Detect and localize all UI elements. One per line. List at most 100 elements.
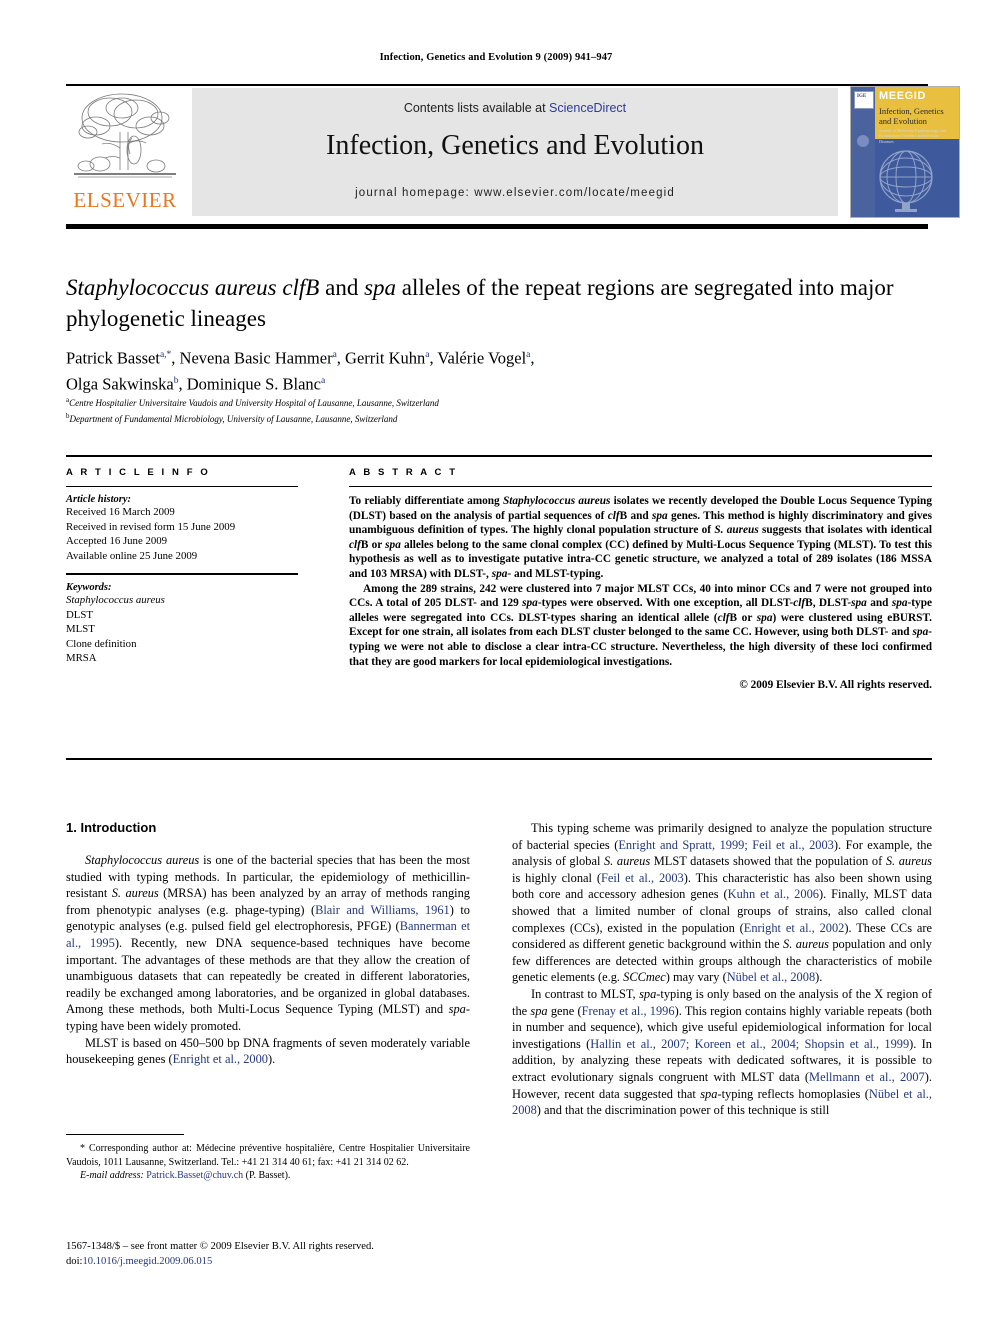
citation-link[interactable]: Enright and Spratt, 1999; Feil et al., 2… xyxy=(618,838,834,852)
affiliation-item: aCentre Hospitalier Universitaire Vaudoi… xyxy=(66,394,932,410)
citation-link[interactable]: Enright et al., 2000 xyxy=(173,1052,268,1066)
abs-seg: suggests that isolates with identical xyxy=(758,524,933,537)
author-name[interactable]: Valérie Vogel xyxy=(437,349,526,368)
text-seg: MLST datasets showed that the population… xyxy=(650,854,886,869)
abs-seg: To reliably differentiate among xyxy=(349,495,503,507)
text-seg: -typing reflects homoplasies ( xyxy=(717,1086,869,1101)
email-author: (P. Basset). xyxy=(243,1170,291,1182)
doi-label: doi: xyxy=(66,1255,83,1267)
text-seg-italic: spa xyxy=(639,986,657,1001)
masthead-bottom-rule xyxy=(66,224,928,229)
text-seg-italic: S. aureus xyxy=(111,886,159,901)
article-history-label: Article history: xyxy=(66,494,132,505)
journal-title: Infection, Genetics and Evolution xyxy=(326,130,704,161)
elsevier-tree-icon xyxy=(70,88,180,188)
elsevier-wordmark: ELSEVIER xyxy=(73,188,177,212)
text-seg: ). Recently, new DNA sequence-based tech… xyxy=(66,935,470,1017)
abstract-paragraph-2: Among the 289 strains, 242 were clustere… xyxy=(349,582,932,670)
cover-publisher-badge-icon: IGE xyxy=(854,91,874,109)
abstract-column: A B S T R A C T To reliably differentiat… xyxy=(349,467,932,693)
article-page: Infection, Genetics and Evolution 9 (200… xyxy=(0,0,992,1323)
journal-homepage-link[interactable]: journal homepage: www.elsevier.com/locat… xyxy=(192,187,838,199)
text-seg-italic: Staphylococcus aureus xyxy=(85,853,200,867)
doi-link[interactable]: 10.1016/j.meegid.2009.06.015 xyxy=(82,1256,212,1267)
author-name[interactable]: Olga Sakwinska xyxy=(66,374,174,393)
keyword-item: Clone definition xyxy=(66,637,137,650)
citation-link[interactable]: Nübel et al., 2008 xyxy=(727,970,815,984)
affiliations: aCentre Hospitalier Universitaire Vaudoi… xyxy=(66,394,932,426)
abs-seg: - and MLST-typing. xyxy=(507,567,604,580)
abs-seg-italic: Staphylococcus aureus xyxy=(502,495,611,507)
cover-journal-name: Infection, Genetics and Evolution xyxy=(879,106,944,126)
author-name[interactable]: Dominique S. Blanc xyxy=(187,374,321,393)
abs-seg-italic: spa xyxy=(912,626,929,639)
author-name[interactable]: Gerrit Kuhn xyxy=(345,349,425,368)
citation-link[interactable]: Kuhn et al., 2006 xyxy=(728,887,819,901)
text-seg-italic: S. aureus xyxy=(885,854,932,869)
citation-link[interactable]: Frenay et al., 1996 xyxy=(582,1004,675,1018)
abs-seg: B or xyxy=(360,538,386,551)
email-link[interactable]: Patrick.Basset@chuv.ch xyxy=(146,1170,243,1181)
keyword-item: DLST xyxy=(66,608,93,621)
text-seg: ). xyxy=(815,970,823,985)
text-seg: ) may vary ( xyxy=(665,970,727,985)
cover-globe-icon xyxy=(879,150,933,212)
body-column-right: This typing scheme was primarily designe… xyxy=(512,820,932,1119)
text-seg-italic: spa xyxy=(448,1002,466,1017)
running-head: Infection, Genetics and Evolution 9 (200… xyxy=(379,52,613,63)
text-seg: ). xyxy=(268,1052,276,1067)
introduction-left-text: Staphylococcus aureus is one of the bact… xyxy=(66,852,470,1068)
divider xyxy=(349,486,932,487)
citation-link[interactable]: Blair and Williams, 1961 xyxy=(315,903,450,917)
citation-link[interactable]: Mellmann et al., 2007 xyxy=(809,1070,925,1084)
text-seg-italic: S. aureus xyxy=(783,937,829,952)
abs-seg-italic: spa xyxy=(522,597,538,610)
section-heading-introduction: 1. Introduction xyxy=(66,820,157,835)
footnote-email-line: E-mail address: Patrick.Basset@chuv.ch (… xyxy=(66,1169,470,1183)
cover-subtitle: Journal of Molecular Epidemiology and Ev… xyxy=(879,128,946,144)
affiliation-text: Department of Fundamental Microbiology, … xyxy=(69,414,398,424)
abs-seg-italic: spa xyxy=(851,597,867,610)
abs-seg-italic: clf xyxy=(717,611,730,624)
abstract-heading: A B S T R A C T xyxy=(349,467,458,478)
text-seg-italic: SCCmec xyxy=(623,970,666,985)
contents-lists-line: Contents lists available at ScienceDirec… xyxy=(192,101,838,115)
citation-link[interactable]: Feil et al., 2003 xyxy=(601,871,684,885)
abs-seg: alleles belong to the same clonal comple… xyxy=(349,538,932,580)
affiliation-item: bDepartment of Fundamental Microbiology,… xyxy=(66,410,932,426)
author-affil-mark: a xyxy=(425,350,430,360)
title-segment-1: Staphylococcus aureus clfB xyxy=(66,275,320,300)
citation-link[interactable]: Hallin et al., 2007; Koreen et al., 2004… xyxy=(590,1037,909,1051)
footnote-divider xyxy=(66,1134,184,1135)
text-seg: In contrast to MLST, xyxy=(531,986,640,1001)
text-seg: gene ( xyxy=(547,1003,582,1018)
abstract-copyright: © 2009 Elsevier B.V. All rights reserved… xyxy=(739,679,932,692)
author-name[interactable]: Nevena Basic Hammer xyxy=(180,349,333,368)
band-bottom-rule xyxy=(66,758,932,760)
abs-seg: B or xyxy=(729,611,757,624)
paragraph: Staphylococcus aureus is one of the bact… xyxy=(66,852,470,1035)
article-info-column: A R T I C L E I N F O Article history: R… xyxy=(66,467,298,666)
body-column-left: 1. Introduction Staphylococcus aureus is… xyxy=(66,820,470,1068)
footnote-body: * Corresponding author at: Médecine prév… xyxy=(66,1142,470,1183)
sciencedirect-link[interactable]: ScienceDirect xyxy=(549,101,626,115)
history-item: Received 16 March 2009 xyxy=(66,506,175,518)
article-info-heading: A R T I C L E I N F O xyxy=(66,467,211,478)
cover-code: MEEGID xyxy=(879,90,926,102)
info-abstract-band: A R T I C L E I N F O Article history: R… xyxy=(66,455,932,760)
keyword-item: Staphylococcus aureus xyxy=(66,594,165,606)
journal-banner: Contents lists available at ScienceDirec… xyxy=(192,88,838,216)
imprint-block: 1567-1348/$ – see front matter © 2009 El… xyxy=(66,1240,496,1269)
paragraph: MLST is based on 450–500 bp DNA fragment… xyxy=(66,1035,470,1068)
abs-seg-italic: spa xyxy=(756,611,773,624)
author-affil-mark: a xyxy=(332,350,337,360)
abs-seg-italic: clf xyxy=(607,509,620,522)
author-name[interactable]: Patrick Basset xyxy=(66,349,160,368)
author-list: Patrick Basseta,*, Nevena Basic Hammera,… xyxy=(66,348,535,394)
abs-seg-italic: clf xyxy=(793,597,806,610)
divider xyxy=(66,573,298,575)
keyword-item: MLST xyxy=(66,623,95,635)
citation-link[interactable]: Enright et al., 2002 xyxy=(744,921,845,935)
text-seg: ) and that the discrimination power of t… xyxy=(536,1103,830,1118)
abs-seg-italic: spa xyxy=(491,567,508,580)
